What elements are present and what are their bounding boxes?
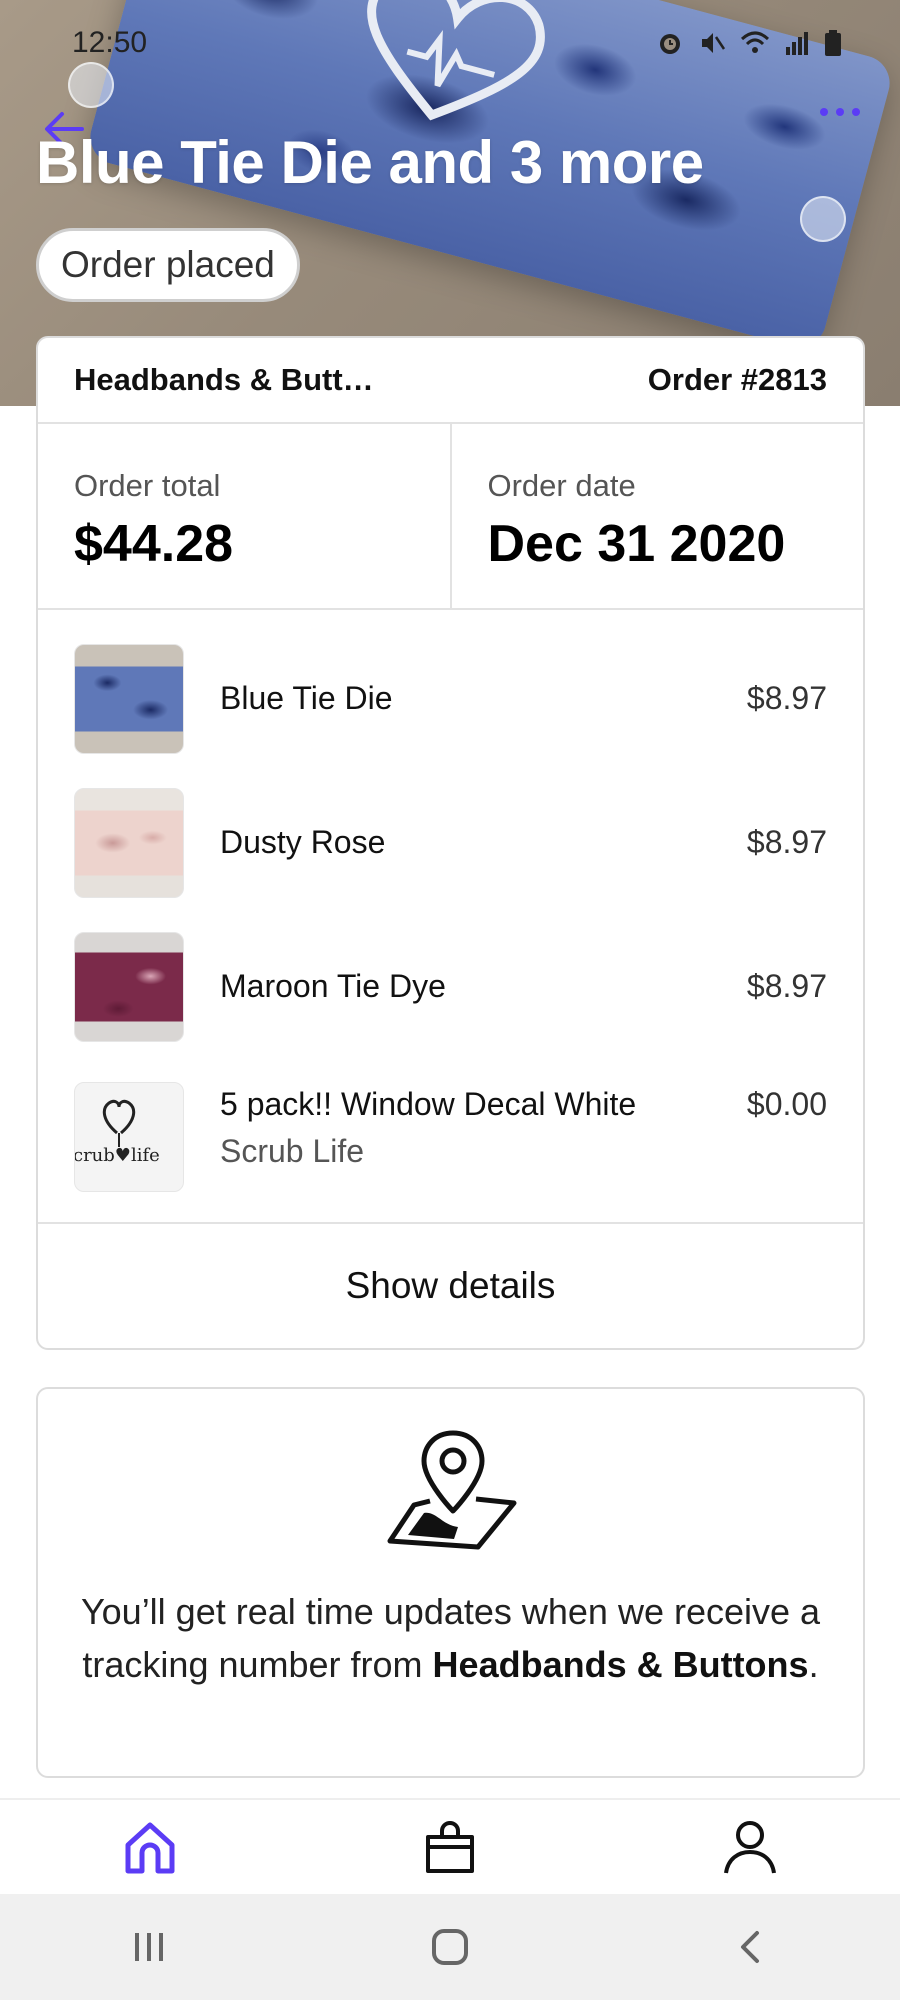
store-name-bold: Headbands & Buttons	[432, 1644, 809, 1685]
signal-icon	[786, 32, 808, 55]
order-items-list: Blue Tie Die $8.97 Dusty Rose $8.97 Maro…	[38, 610, 863, 1224]
product-thumbnail	[74, 788, 184, 898]
alarm-icon	[660, 34, 680, 54]
battery-icon	[825, 30, 841, 56]
home-icon	[125, 1822, 175, 1874]
item-price: $0.00	[746, 1086, 827, 1122]
bottom-tab-bar	[0, 1798, 900, 1894]
product-thumbnail: crub♥life	[74, 1082, 184, 1192]
status-icons	[656, 29, 842, 57]
tab-purchases[interactable]	[415, 1812, 485, 1882]
show-details-button[interactable]: Show details	[38, 1224, 863, 1348]
order-date-cell: Order date Dec 31 2020	[449, 424, 864, 608]
order-date-value: Dec 31 2020	[487, 515, 786, 573]
item-price: $8.97	[746, 824, 827, 860]
status-bar: 12:50	[0, 0, 900, 86]
list-item[interactable]: crub♥life 5 pack!! Window Decal White Sc…	[74, 1082, 827, 1226]
decal-thumbnail-text: crub♥life	[75, 1145, 160, 1166]
more-options-icon[interactable]	[820, 108, 860, 116]
shopping-bag-icon	[426, 1820, 474, 1873]
item-name: 5 pack!! Window Decal White	[220, 1086, 637, 1122]
store-name[interactable]: Headbands & Butt…	[74, 362, 374, 398]
product-thumbnail	[74, 932, 184, 1042]
wifi-icon	[740, 31, 770, 53]
item-price: $8.97	[746, 968, 827, 1004]
order-card: Headbands & Butt… Order #2813 Order tota…	[36, 336, 865, 1350]
home-nav-icon[interactable]	[428, 1925, 472, 1969]
map-pin-icon	[387, 1430, 517, 1550]
back-nav-icon[interactable]	[731, 1927, 771, 1967]
order-total-label: Order total	[74, 468, 221, 503]
item-name: Maroon Tie Dye	[220, 968, 446, 1004]
item-name: Dusty Rose	[220, 824, 386, 860]
item-name: Blue Tie Die	[220, 680, 393, 716]
list-item[interactable]: Dusty Rose $8.97	[74, 788, 827, 932]
order-total-value: $44.28	[74, 515, 234, 573]
decal-heart-graphic: crub♥life	[75, 1099, 160, 1166]
system-navigation-bar	[0, 1894, 900, 2000]
mute-icon	[702, 33, 726, 53]
order-date-label: Order date	[487, 468, 636, 503]
tab-home[interactable]	[115, 1812, 185, 1882]
tracking-info-card: You’ll get real time updates when we rec…	[36, 1387, 865, 1778]
item-variant: Scrub Life	[220, 1133, 365, 1169]
order-total-cell: Order total $44.28	[38, 424, 450, 608]
order-summary: Order total $44.28 Order date Dec 31 202…	[38, 424, 863, 610]
hero-snap-button-decor	[800, 196, 846, 242]
order-status-badge: Order placed	[36, 228, 300, 302]
list-item[interactable]: Blue Tie Die $8.97	[74, 644, 827, 788]
recent-apps-icon[interactable]	[129, 1927, 169, 1967]
list-item[interactable]: Maroon Tie Dye $8.97	[74, 932, 827, 1076]
item-price: $8.97	[746, 680, 827, 716]
person-icon	[724, 1821, 776, 1874]
page-title: Blue Tie Die and 3 more	[36, 129, 704, 196]
product-thumbnail	[74, 644, 184, 754]
tab-profile[interactable]	[715, 1812, 785, 1882]
order-number: Order #2813	[647, 362, 827, 397]
order-card-header: Headbands & Butt… Order #2813	[38, 338, 863, 424]
tracking-message: You’ll get real time updates when we rec…	[80, 1591, 821, 1685]
status-time: 12:50	[72, 26, 148, 59]
